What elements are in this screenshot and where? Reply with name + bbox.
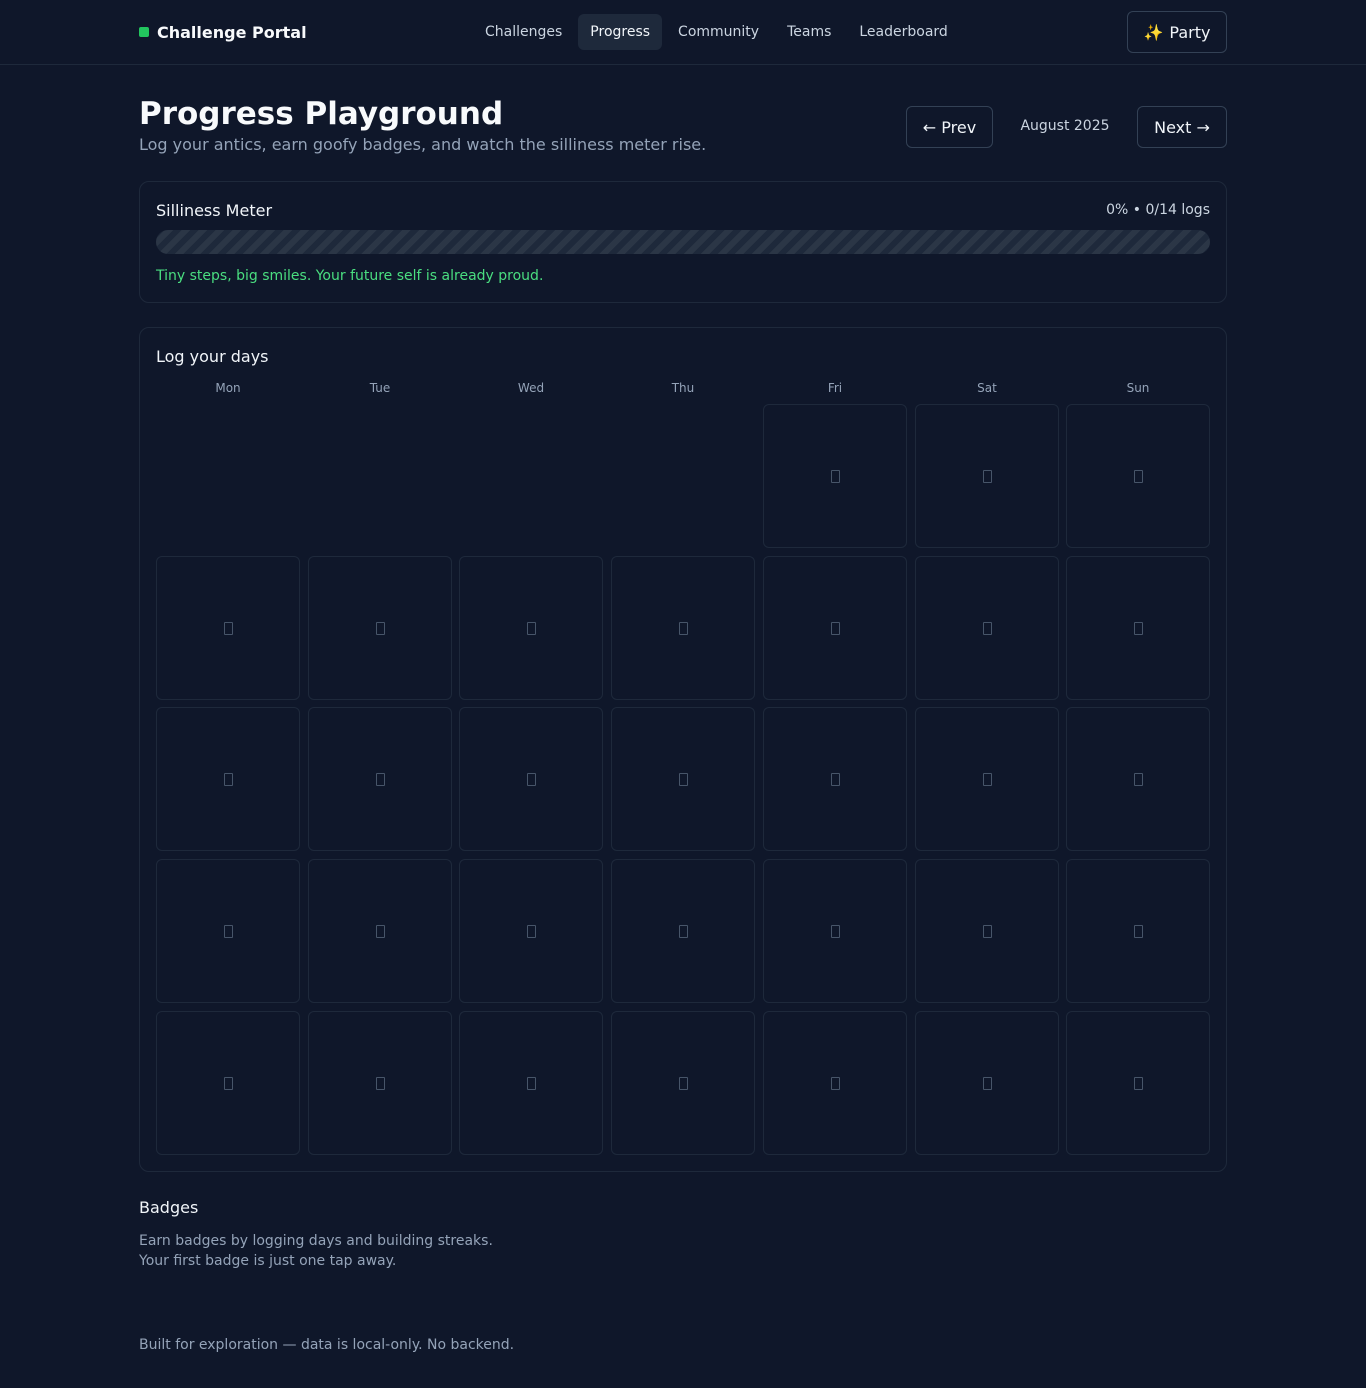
- meter-message: Tiny steps, big smiles. Your future self…: [156, 268, 544, 284]
- badges-title: Badges: [139, 1198, 199, 1217]
- empty-box-icon: [1133, 772, 1143, 786]
- nav-item-teams[interactable]: Teams: [775, 14, 843, 50]
- empty-box-icon: [982, 1076, 992, 1090]
- empty-box-icon: [982, 924, 992, 938]
- empty-box-icon: [678, 1076, 688, 1090]
- calendar-card: Log your days Mon Tue Wed Thu Fri Sat Sun: [139, 327, 1227, 1172]
- empty-box-icon: [375, 1076, 385, 1090]
- day-cell[interactable]: [1066, 556, 1210, 700]
- nav-item-community[interactable]: Community: [666, 14, 771, 50]
- meter-stats: 0% • 0/14 logs: [1106, 202, 1210, 218]
- empty-box-icon: [830, 469, 840, 483]
- brand[interactable]: Challenge Portal: [139, 21, 307, 43]
- day-cell[interactable]: [156, 707, 300, 851]
- empty-box-icon: [223, 772, 233, 786]
- day-cell[interactable]: [308, 707, 452, 851]
- brand-logo-icon: [139, 27, 149, 37]
- empty-box-icon: [1133, 469, 1143, 483]
- day-cell[interactable]: [1066, 404, 1210, 548]
- prev-month-button[interactable]: ← Prev: [906, 106, 993, 148]
- empty-box-icon: [526, 621, 536, 635]
- day-cell[interactable]: [308, 1011, 452, 1155]
- empty-box-icon: [830, 924, 840, 938]
- empty-box-icon: [526, 772, 536, 786]
- day-cell[interactable]: [1066, 859, 1210, 1003]
- current-month: August 2025: [1020, 118, 1110, 134]
- day-cell[interactable]: [763, 404, 907, 548]
- silliness-meter-card: Silliness Meter 0% • 0/14 logs Tiny step…: [139, 181, 1227, 303]
- day-cell[interactable]: [459, 556, 603, 700]
- day-cell[interactable]: [611, 1011, 755, 1155]
- day-cell[interactable]: [763, 859, 907, 1003]
- day-cell[interactable]: [156, 859, 300, 1003]
- weekday-label: Tue: [369, 381, 391, 395]
- day-cell[interactable]: [915, 859, 1059, 1003]
- nav-item-leaderboard[interactable]: Leaderboard: [847, 14, 959, 50]
- empty-box-icon: [375, 772, 385, 786]
- empty-box-icon: [223, 621, 233, 635]
- empty-box-icon: [830, 772, 840, 786]
- weekday-label: Mon: [215, 381, 241, 395]
- day-cell[interactable]: [763, 707, 907, 851]
- day-cell[interactable]: [156, 1011, 300, 1155]
- party-button[interactable]: ✨ Party: [1127, 11, 1227, 53]
- meter-title: Silliness Meter: [156, 201, 273, 220]
- next-month-button[interactable]: Next →: [1137, 106, 1227, 148]
- weekday-label: Wed: [517, 381, 545, 395]
- empty-box-icon: [223, 1076, 233, 1090]
- nav-item-progress[interactable]: Progress: [578, 14, 663, 50]
- meter-progress-bar: [156, 230, 1210, 254]
- day-cell[interactable]: [611, 859, 755, 1003]
- weekday-label: Sun: [1126, 381, 1150, 395]
- empty-box-icon: [375, 924, 385, 938]
- day-cell[interactable]: [459, 707, 603, 851]
- empty-box-icon: [982, 772, 992, 786]
- nav-item-challenges[interactable]: Challenges: [473, 14, 574, 50]
- day-cell[interactable]: [459, 859, 603, 1003]
- badges-hint: Your first badge is just one tap away.: [139, 1253, 397, 1269]
- empty-box-icon: [982, 621, 992, 635]
- empty-box-icon: [375, 621, 385, 635]
- day-cell[interactable]: [459, 1011, 603, 1155]
- day-cell[interactable]: [1066, 707, 1210, 851]
- party-label: Party: [1169, 22, 1211, 42]
- weekday-label: Fri: [827, 381, 843, 395]
- main-nav: Challenges Progress Community Teams Lead…: [473, 14, 960, 50]
- day-cell[interactable]: [915, 707, 1059, 851]
- empty-box-icon: [678, 772, 688, 786]
- day-cell[interactable]: [611, 707, 755, 851]
- calendar-title: Log your days: [156, 347, 269, 366]
- day-cell[interactable]: [611, 556, 755, 700]
- day-cell[interactable]: [308, 556, 452, 700]
- empty-box-icon: [526, 1076, 536, 1090]
- empty-box-icon: [678, 924, 688, 938]
- badges-description: Earn badges by logging days and building…: [139, 1233, 493, 1249]
- empty-box-icon: [1133, 1076, 1143, 1090]
- empty-box-icon: [678, 621, 688, 635]
- page-title: Progress Playground: [139, 96, 504, 132]
- sparkles-icon: ✨: [1143, 22, 1164, 42]
- weekday-label: Sat: [977, 381, 997, 395]
- page-subtitle: Log your antics, earn goofy badges, and …: [139, 135, 707, 154]
- empty-box-icon: [982, 469, 992, 483]
- empty-box-icon: [526, 924, 536, 938]
- day-cell[interactable]: [156, 556, 300, 700]
- empty-box-icon: [830, 621, 840, 635]
- day-cell[interactable]: [1066, 1011, 1210, 1155]
- day-cell[interactable]: [915, 404, 1059, 548]
- day-cell[interactable]: [763, 556, 907, 700]
- footer-note: Built for exploration — data is local-on…: [139, 1337, 515, 1353]
- day-cell[interactable]: [308, 859, 452, 1003]
- empty-box-icon: [1133, 621, 1143, 635]
- day-cell[interactable]: [915, 1011, 1059, 1155]
- empty-box-icon: [830, 1076, 840, 1090]
- empty-box-icon: [223, 924, 233, 938]
- top-bar: Challenge Portal Challenges Progress Com…: [0, 0, 1366, 65]
- empty-box-icon: [1133, 924, 1143, 938]
- brand-name: Challenge Portal: [157, 22, 307, 42]
- day-cell[interactable]: [763, 1011, 907, 1155]
- weekday-label: Thu: [671, 381, 695, 395]
- day-cell[interactable]: [915, 556, 1059, 700]
